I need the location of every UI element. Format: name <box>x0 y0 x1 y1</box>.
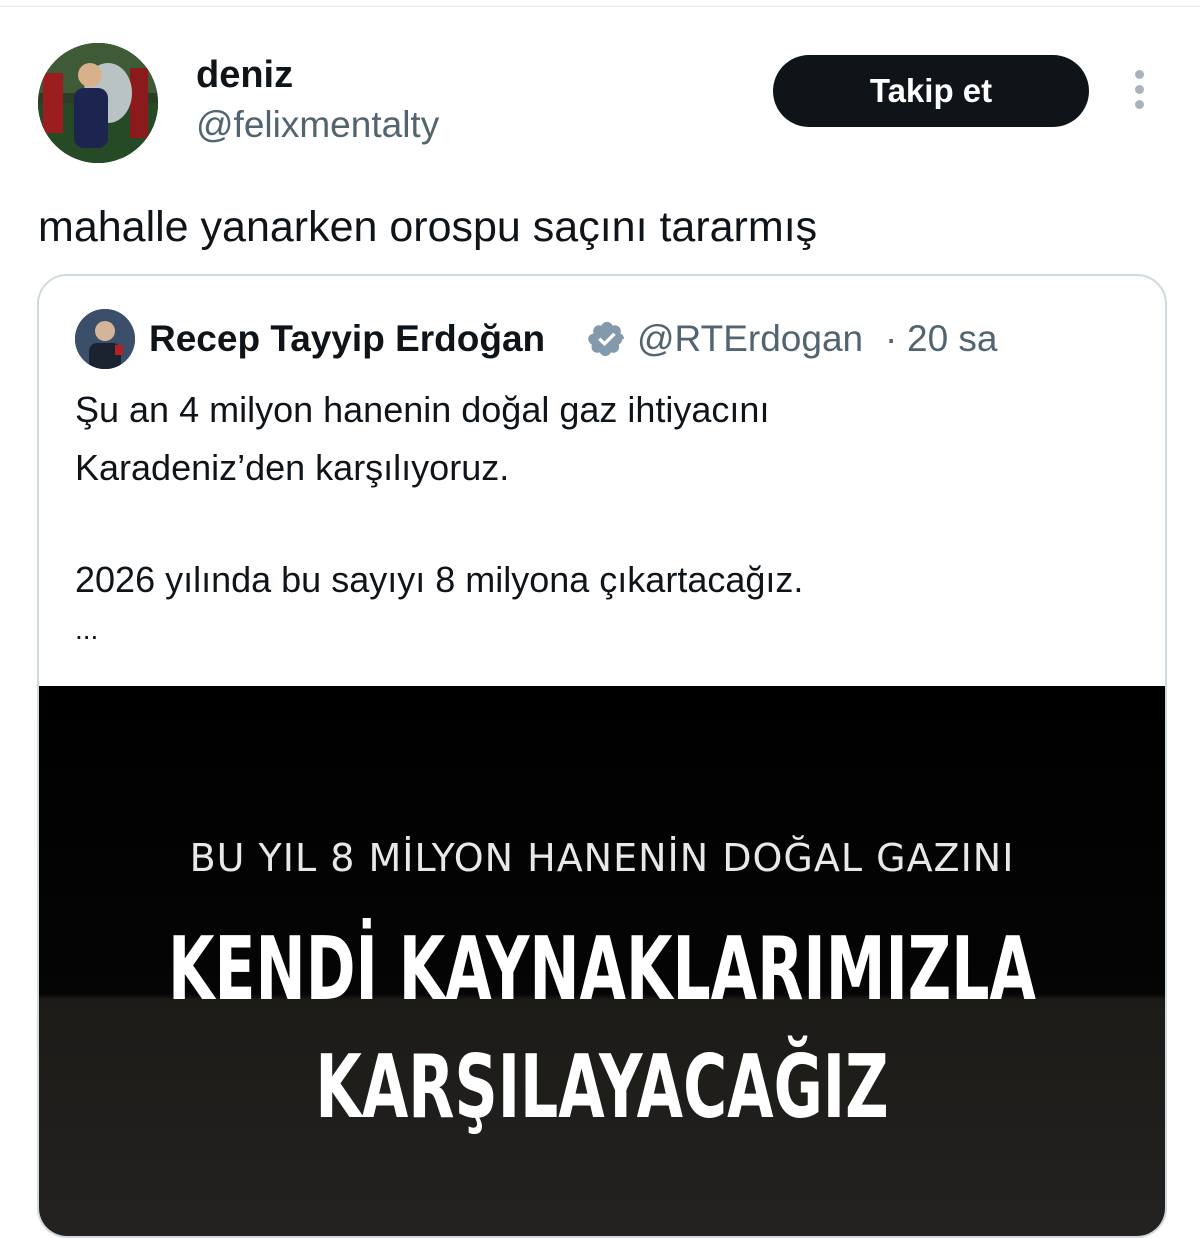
media-subtitle: BU YIL 8 MİLYON HANENİN DOĞAL GAZINI <box>189 836 1015 880</box>
quoted-display-name[interactable]: Recep Tayyip Erdoğan <box>149 316 545 362</box>
avatar-photo-icon <box>38 43 158 163</box>
author-avatar[interactable] <box>38 43 158 163</box>
follow-button[interactable]: Takip et <box>773 55 1089 127</box>
quoted-tweet-card[interactable]: Recep Tayyip Erdoğan @RTErdogan · 20 sa … <box>37 274 1167 1238</box>
top-divider <box>0 6 1200 7</box>
verified-badge-icon <box>588 321 625 357</box>
quoted-avatar-photo-icon <box>75 309 135 369</box>
quoted-text-line: Şu an 4 milyon hanenin doğal gaz ihtiyac… <box>75 389 770 430</box>
tweet-text: mahalle yanarken orospu saçını tararmış <box>38 203 818 251</box>
more-vertical-icon[interactable] <box>1124 70 1154 112</box>
quoted-handle[interactable]: @RTErdogan <box>637 316 863 362</box>
media-headline: KARŞILAYACAĞIZ <box>315 1037 889 1139</box>
quoted-author-avatar[interactable] <box>75 309 135 369</box>
quoted-separator: · <box>885 318 898 359</box>
quoted-text-line: Karadeniz’den karşılıyoruz. <box>75 447 510 488</box>
media-headline: KENDİ KAYNAKLARIMIZLA <box>168 919 1036 1021</box>
quoted-media-image[interactable]: BU YIL 8 MİLYON HANENİN DOĞAL GAZINI KEN… <box>39 686 1165 1236</box>
author-handle[interactable]: @felixmentalty <box>196 100 439 150</box>
author-display-name[interactable]: deniz <box>196 50 293 100</box>
quoted-timestamp[interactable]: 20 sa <box>907 316 998 362</box>
quoted-text-truncation: ... <box>75 614 99 645</box>
quoted-text-line: 2026 yılında bu sayıyı 8 milyona çıkarta… <box>75 559 804 600</box>
